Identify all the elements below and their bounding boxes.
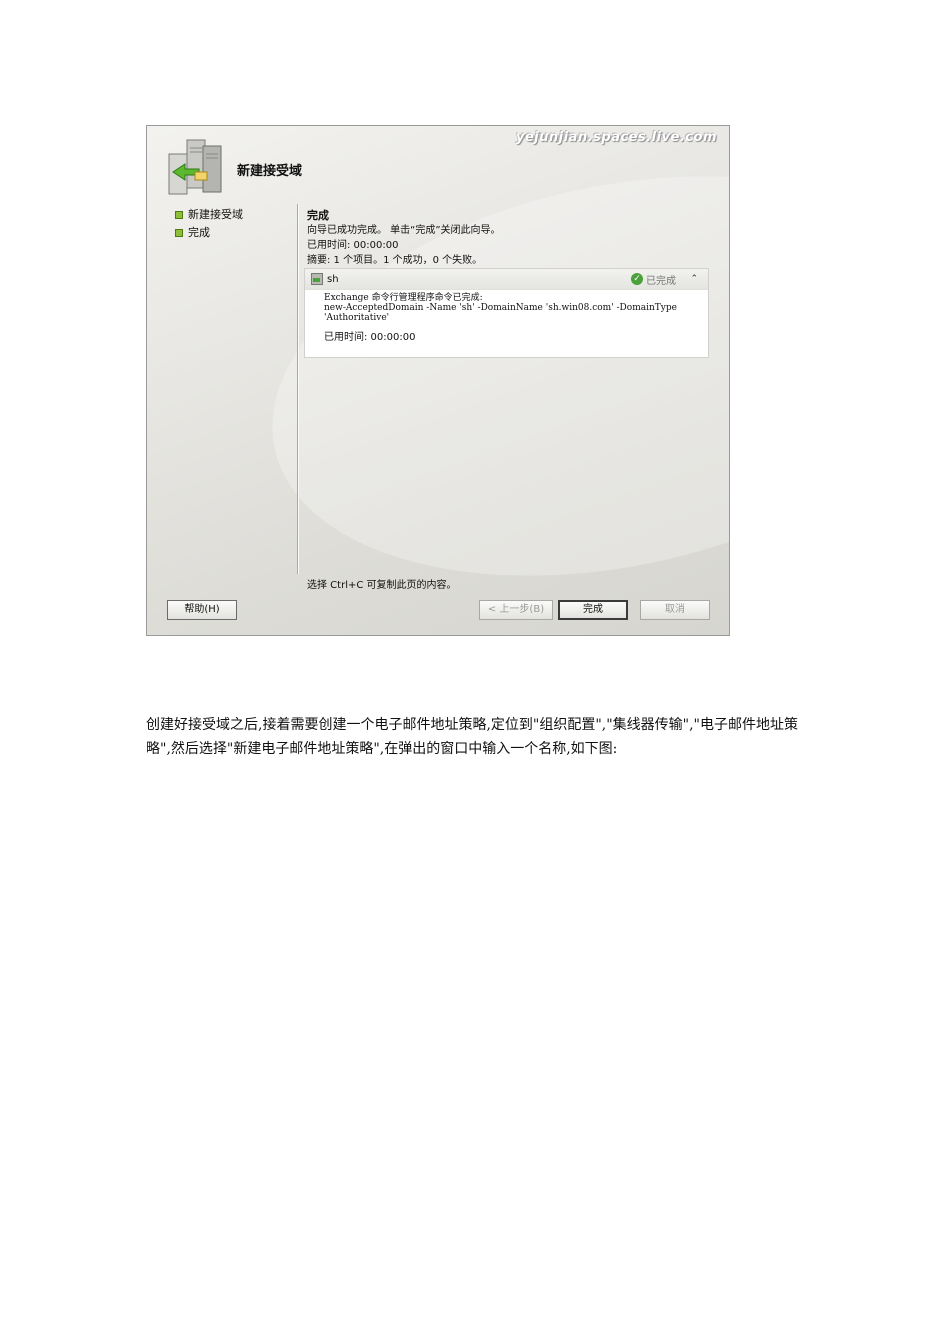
step-complete: 完成 xyxy=(175,224,243,242)
collapse-chevron-icon[interactable]: ⌃ xyxy=(690,274,698,284)
new-accepted-domain-wizard: yejunjian.spaces.live.com 新建接受域 新建接受域 完成… xyxy=(146,125,730,636)
command-text: new-AcceptedDomain -Name 'sh' -DomainNam… xyxy=(324,303,677,313)
step-new-accepted-domain: 新建接受域 xyxy=(175,206,243,224)
copy-hint: 选择 Ctrl+C 可复制此页的内容。 xyxy=(307,580,457,591)
background-swirl xyxy=(235,126,729,635)
wizard-title: 新建接受域 xyxy=(237,164,303,179)
task-status: ✓ 已完成 xyxy=(631,272,676,287)
help-button[interactable]: 帮助(H) xyxy=(167,600,237,620)
check-icon: ✓ xyxy=(631,273,643,285)
step-bullet-icon xyxy=(175,229,183,237)
content-title: 完成 xyxy=(307,209,329,222)
server-wizard-icon xyxy=(168,139,222,195)
wizard-steps: 新建接受域 完成 xyxy=(175,206,243,242)
task-details: Exchange 命令行管理程序命令已完成: new-AcceptedDomai… xyxy=(305,290,708,343)
step-bullet-icon xyxy=(175,211,183,219)
step-label: 完成 xyxy=(188,226,210,239)
summary-text: 摘要: 1 个项目。1 个成功，0 个失败。 xyxy=(307,255,483,266)
command-completed-text: Exchange 命令行管理程序命令已完成: xyxy=(324,293,483,303)
elapsed-time: 已用时间: 00:00:00 xyxy=(307,240,399,251)
step-label: 新建接受域 xyxy=(188,208,243,221)
success-message: 向导已成功完成。 单击“完成”关闭此向导。 xyxy=(307,225,501,236)
task-name: sh xyxy=(327,273,339,285)
watermark: yejunjian.spaces.live.com xyxy=(516,130,717,145)
back-button[interactable]: < 上一步(B) xyxy=(479,600,553,620)
command-text-continued: 'Authoritative' xyxy=(324,313,390,323)
task-status-label: 已完成 xyxy=(646,275,676,287)
pane-divider xyxy=(297,204,298,574)
completion-summary: 完成 向导已成功完成。 单击“完成”关闭此向导。 已用时间: 00:00:00 … xyxy=(307,208,709,268)
task-header[interactable]: sh ✓ 已完成 ⌃ xyxy=(305,269,708,290)
cancel-button[interactable]: 取消 xyxy=(640,600,710,620)
task-result-panel: sh ✓ 已完成 ⌃ Exchange 命令行管理程序命令已完成: new-Ac… xyxy=(304,268,709,358)
server-task-icon xyxy=(311,273,323,285)
finish-button[interactable]: 完成 xyxy=(558,600,628,620)
body-paragraph: 创建好接受域之后,接着需要创建一个电子邮件地址策略,定位到"组织配置","集线器… xyxy=(146,717,798,757)
task-elapsed-time: 已用时间: 00:00:00 xyxy=(324,332,416,343)
